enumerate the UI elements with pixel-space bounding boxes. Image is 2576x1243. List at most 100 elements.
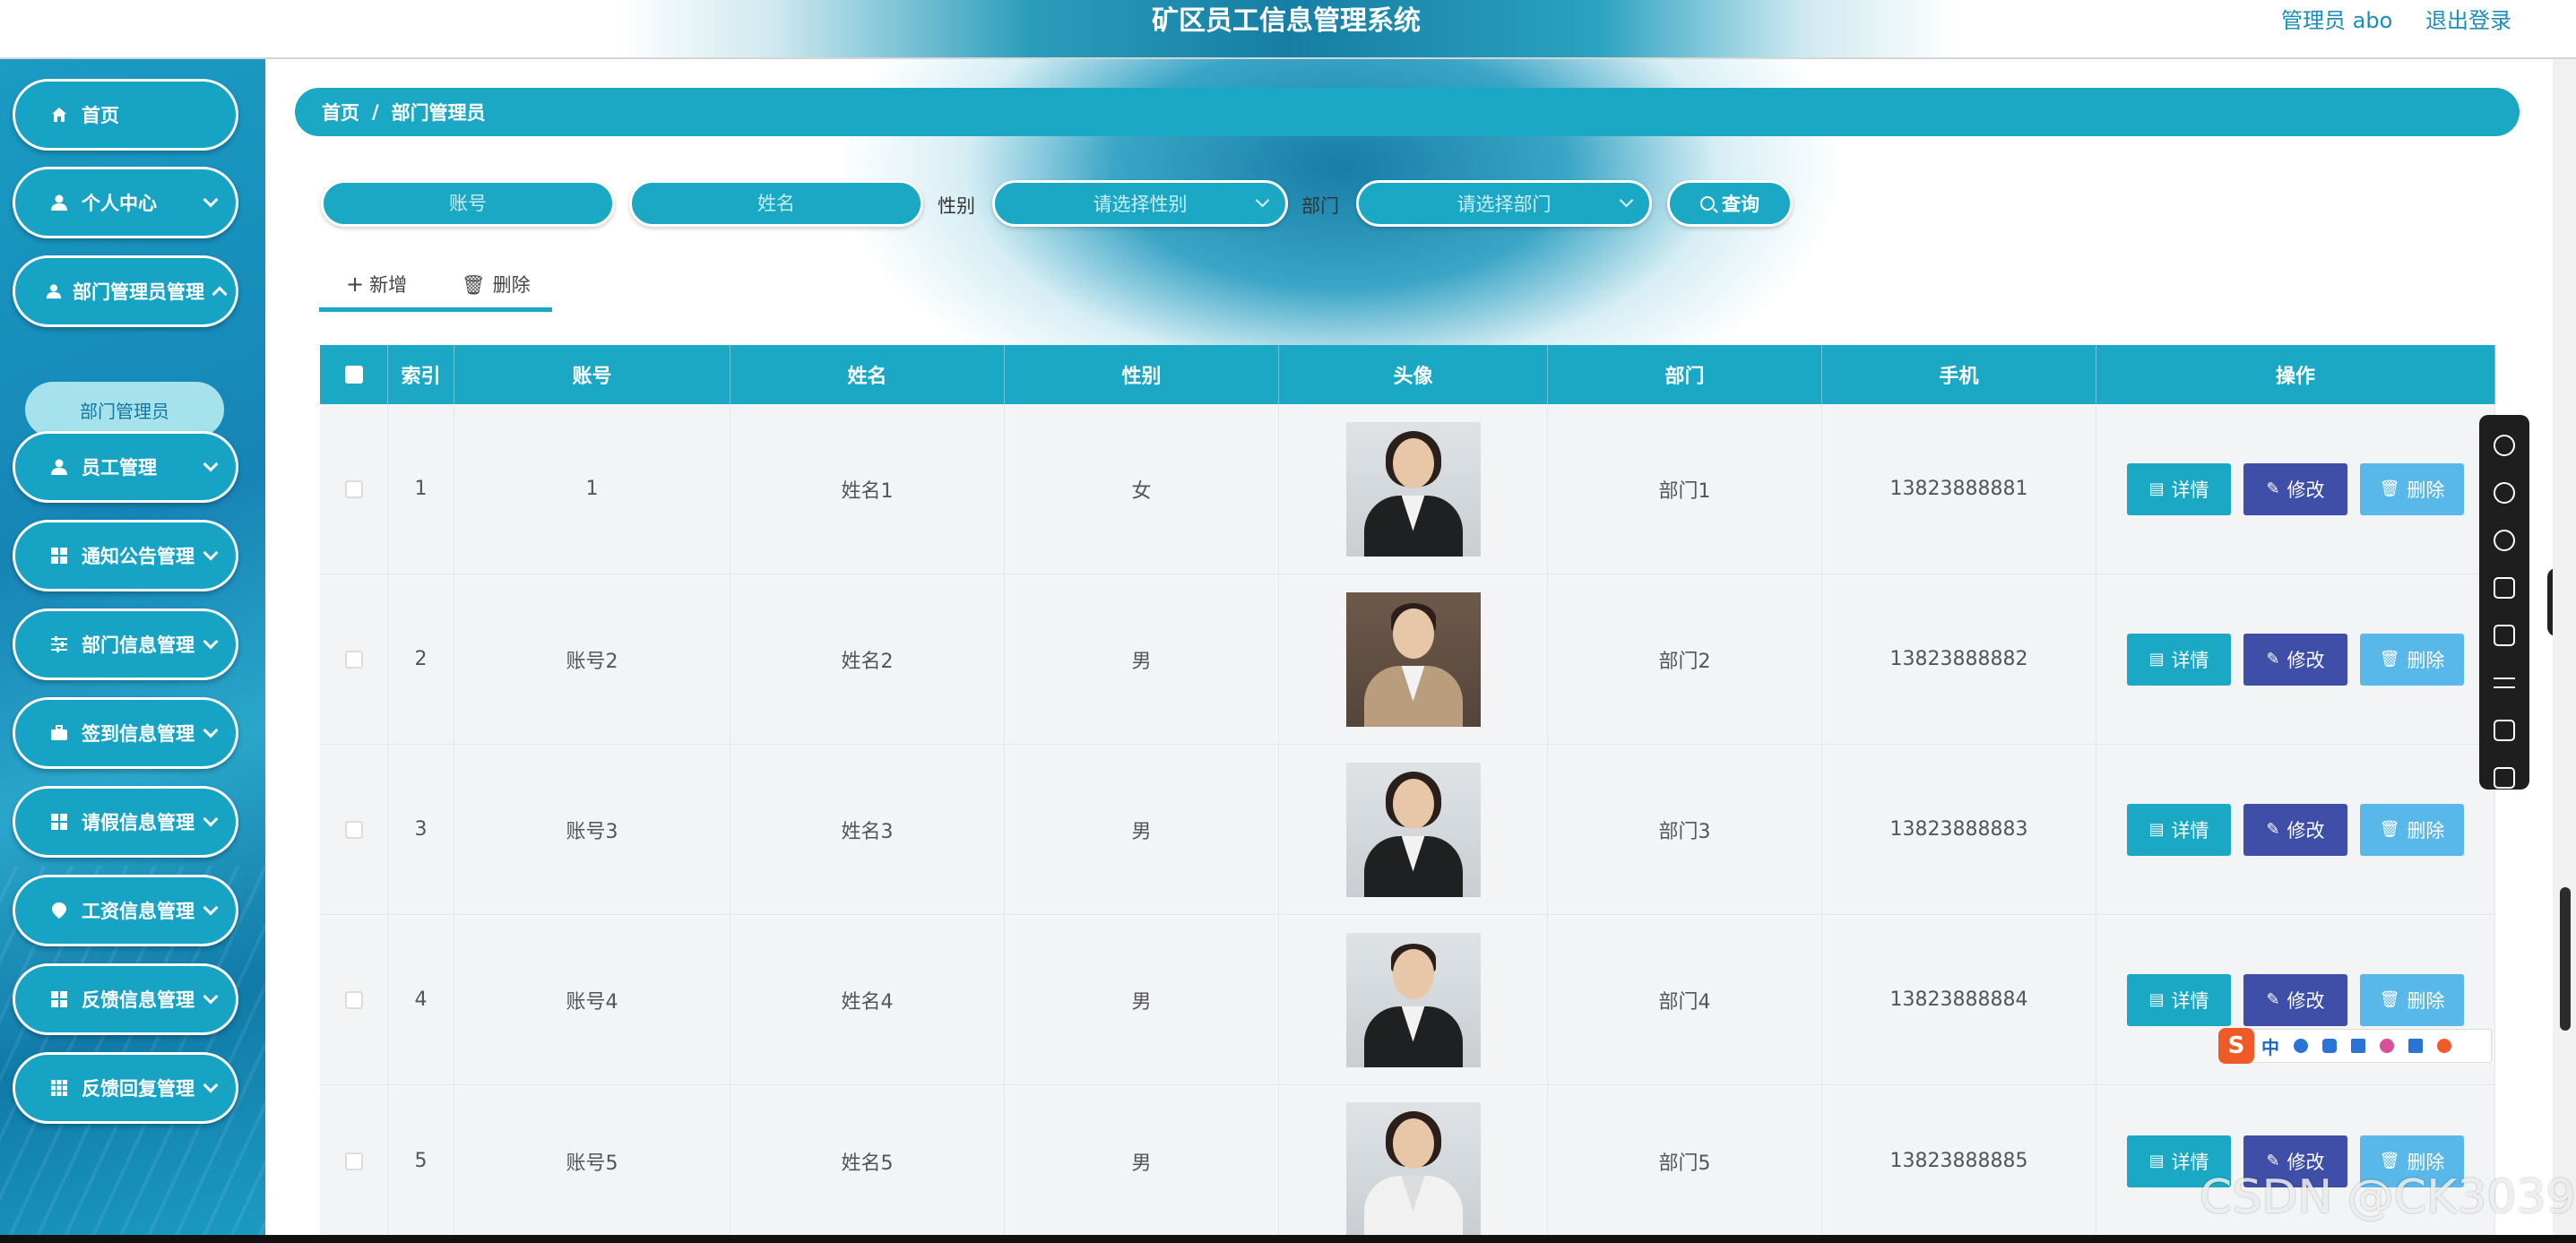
sidebar-item-label: 请假信息管理 [82, 812, 194, 833]
sidebar-item-dept-info[interactable]: 部门信息管理 [13, 609, 238, 680]
pen-icon: ✎ [2266, 820, 2280, 839]
delete-button[interactable]: 🗑 删除 [2360, 803, 2464, 856]
query-button-label: 查询 [1722, 194, 1759, 215]
cell-gender: 女 [1005, 404, 1279, 574]
detail-label: 详情 [2171, 819, 2209, 842]
sidebar-item-notice[interactable]: 通知公告管理 [13, 520, 238, 591]
search-icon[interactable] [2494, 435, 2515, 456]
sidebar-item-profile[interactable]: 个人中心 [13, 167, 238, 238]
skin-icon[interactable] [2380, 1039, 2394, 1053]
edit-button[interactable]: ✎ 修改 [2243, 973, 2347, 1026]
chevron-down-icon [203, 722, 219, 738]
trash-icon: 🗑 [462, 274, 486, 296]
chevron-down-icon [203, 192, 219, 208]
select-all-checkbox[interactable] [344, 366, 363, 384]
chevron-down-icon [203, 1077, 219, 1093]
name-search-field [629, 180, 923, 227]
camera-icon[interactable] [2494, 767, 2515, 789]
edit-label: 修改 [2286, 479, 2325, 501]
detail-button[interactable]: ▤ 详情 [2127, 633, 2231, 686]
sidebar-item-dept-admin[interactable]: 部门管理员管理 [13, 255, 238, 327]
sidebar-item-label: 个人中心 [82, 193, 157, 214]
play-icon[interactable] [2494, 625, 2515, 646]
row-checkbox[interactable] [344, 479, 363, 498]
table-row: 1 1 姓名1 女 部门1 13823888881 ▤ 详情 ✎ 修改 🗑 删除 [320, 404, 2495, 574]
sidebar-subitem-dept-admin[interactable]: 部门管理员 [25, 382, 224, 437]
cell-avatar [1279, 404, 1548, 574]
cell-phone: 13823888883 [1822, 745, 2096, 914]
edit-button[interactable]: ✎ 修改 [2243, 633, 2347, 686]
row-checkbox[interactable] [344, 820, 363, 839]
delete-label: 删除 [2407, 989, 2445, 1012]
column-header: 手机 [1822, 345, 2096, 404]
sidebar-item-home[interactable]: 首页 [13, 79, 238, 151]
account-input[interactable] [324, 183, 612, 224]
chevron-down-icon [1255, 193, 1270, 208]
sogou-icon[interactable]: S [2218, 1028, 2254, 1064]
sidebar-item-label: 反馈回复管理 [82, 1078, 194, 1100]
query-button[interactable]: 查询 [1667, 180, 1793, 227]
dept-select[interactable]: 请选择部门 [1356, 180, 1652, 227]
select-all-cell [320, 345, 388, 404]
sidebar-item-label: 部门信息管理 [82, 634, 194, 656]
detail-button[interactable]: ▤ 详情 [2127, 462, 2231, 515]
keyboard-icon[interactable] [2351, 1039, 2365, 1053]
sidebar-item-label: 通知公告管理 [82, 546, 194, 567]
edit-button[interactable]: ✎ 修改 [2243, 803, 2347, 856]
sidebar-item-employee[interactable]: 员工管理 [13, 431, 238, 503]
row-checkbox[interactable] [344, 990, 363, 1009]
avatar-icon[interactable] [2437, 1039, 2451, 1053]
trash-icon: 🗑 [2379, 990, 2400, 1009]
page-scrollbar[interactable] [2553, 59, 2576, 1235]
sidebar-item-checkin[interactable]: 签到信息管理 [13, 697, 238, 769]
cell-name: 姓名4 [730, 915, 1005, 1084]
cell-avatar [1279, 1085, 1548, 1237]
floating-toolbar [2479, 415, 2529, 790]
detail-button[interactable]: ▤ 详情 [2127, 973, 2231, 1026]
edit-button[interactable]: ✎ 修改 [2243, 462, 2347, 515]
add-button[interactable]: + 新增 [346, 271, 407, 298]
flame-icon[interactable] [2494, 482, 2515, 504]
video-icon[interactable] [2494, 577, 2515, 599]
cell-dept: 部门3 [1548, 745, 1822, 914]
sidebar-item-leave[interactable]: 请假信息管理 [13, 786, 238, 858]
cell-dept: 部门4 [1548, 915, 1822, 1084]
delete-button[interactable]: 🗑 删除 [2360, 973, 2464, 1026]
chevron-down-icon [203, 900, 219, 916]
punctuation-icon[interactable] [2294, 1039, 2308, 1053]
expand-icon[interactable] [2494, 720, 2515, 741]
breadcrumb-home[interactable]: 首页 [322, 99, 359, 125]
logout-link[interactable]: 退出登录 [2425, 5, 2511, 36]
table-row: 4 账号4 姓名4 男 部门4 13823888884 ▤ 详情 ✎ 修改 🗑 删除 [320, 915, 2495, 1085]
cell-dept: 部门2 [1548, 574, 1822, 744]
account-search-field [321, 180, 615, 227]
detail-button[interactable]: ▤ 详情 [2127, 803, 2231, 856]
row-checkbox[interactable] [344, 650, 363, 669]
gender-select[interactable]: 请选择性别 [992, 180, 1288, 227]
cell-index: 3 [388, 745, 454, 914]
row-select-cell [320, 915, 388, 1084]
delete-button[interactable]: 🗑 删除 [2360, 633, 2464, 686]
sidebar-item-salary[interactable]: 工资信息管理 [13, 875, 238, 946]
sidebar-item-feedback-reply[interactable]: 反馈回复管理 [13, 1052, 238, 1124]
cell-avatar [1279, 915, 1548, 1084]
microphone-icon[interactable] [2322, 1039, 2337, 1053]
cell-gender: 男 [1005, 745, 1279, 914]
delete-label: 删除 [2407, 479, 2445, 501]
batch-delete-button[interactable]: 🗑 删除 [462, 271, 531, 298]
ime-language[interactable]: 中 [2261, 1033, 2279, 1059]
delete-label: 删除 [2407, 819, 2445, 842]
cell-name: 姓名3 [730, 745, 1005, 914]
gender-select-value: 请选择性别 [1093, 194, 1188, 215]
cell-account: 账号2 [454, 574, 730, 744]
scrollbar-thumb[interactable] [2560, 887, 2571, 1031]
delete-button[interactable]: 🗑 删除 [2360, 462, 2464, 515]
avatar [1345, 762, 1481, 897]
gauge-icon[interactable] [2494, 530, 2515, 551]
avatar [1345, 1102, 1481, 1237]
swap-icon[interactable] [2494, 678, 2515, 688]
sidebar-item-feedback[interactable]: 反馈信息管理 [13, 963, 238, 1035]
row-checkbox[interactable] [344, 1152, 363, 1170]
apps-icon[interactable] [2408, 1039, 2423, 1053]
name-input[interactable] [632, 183, 921, 224]
